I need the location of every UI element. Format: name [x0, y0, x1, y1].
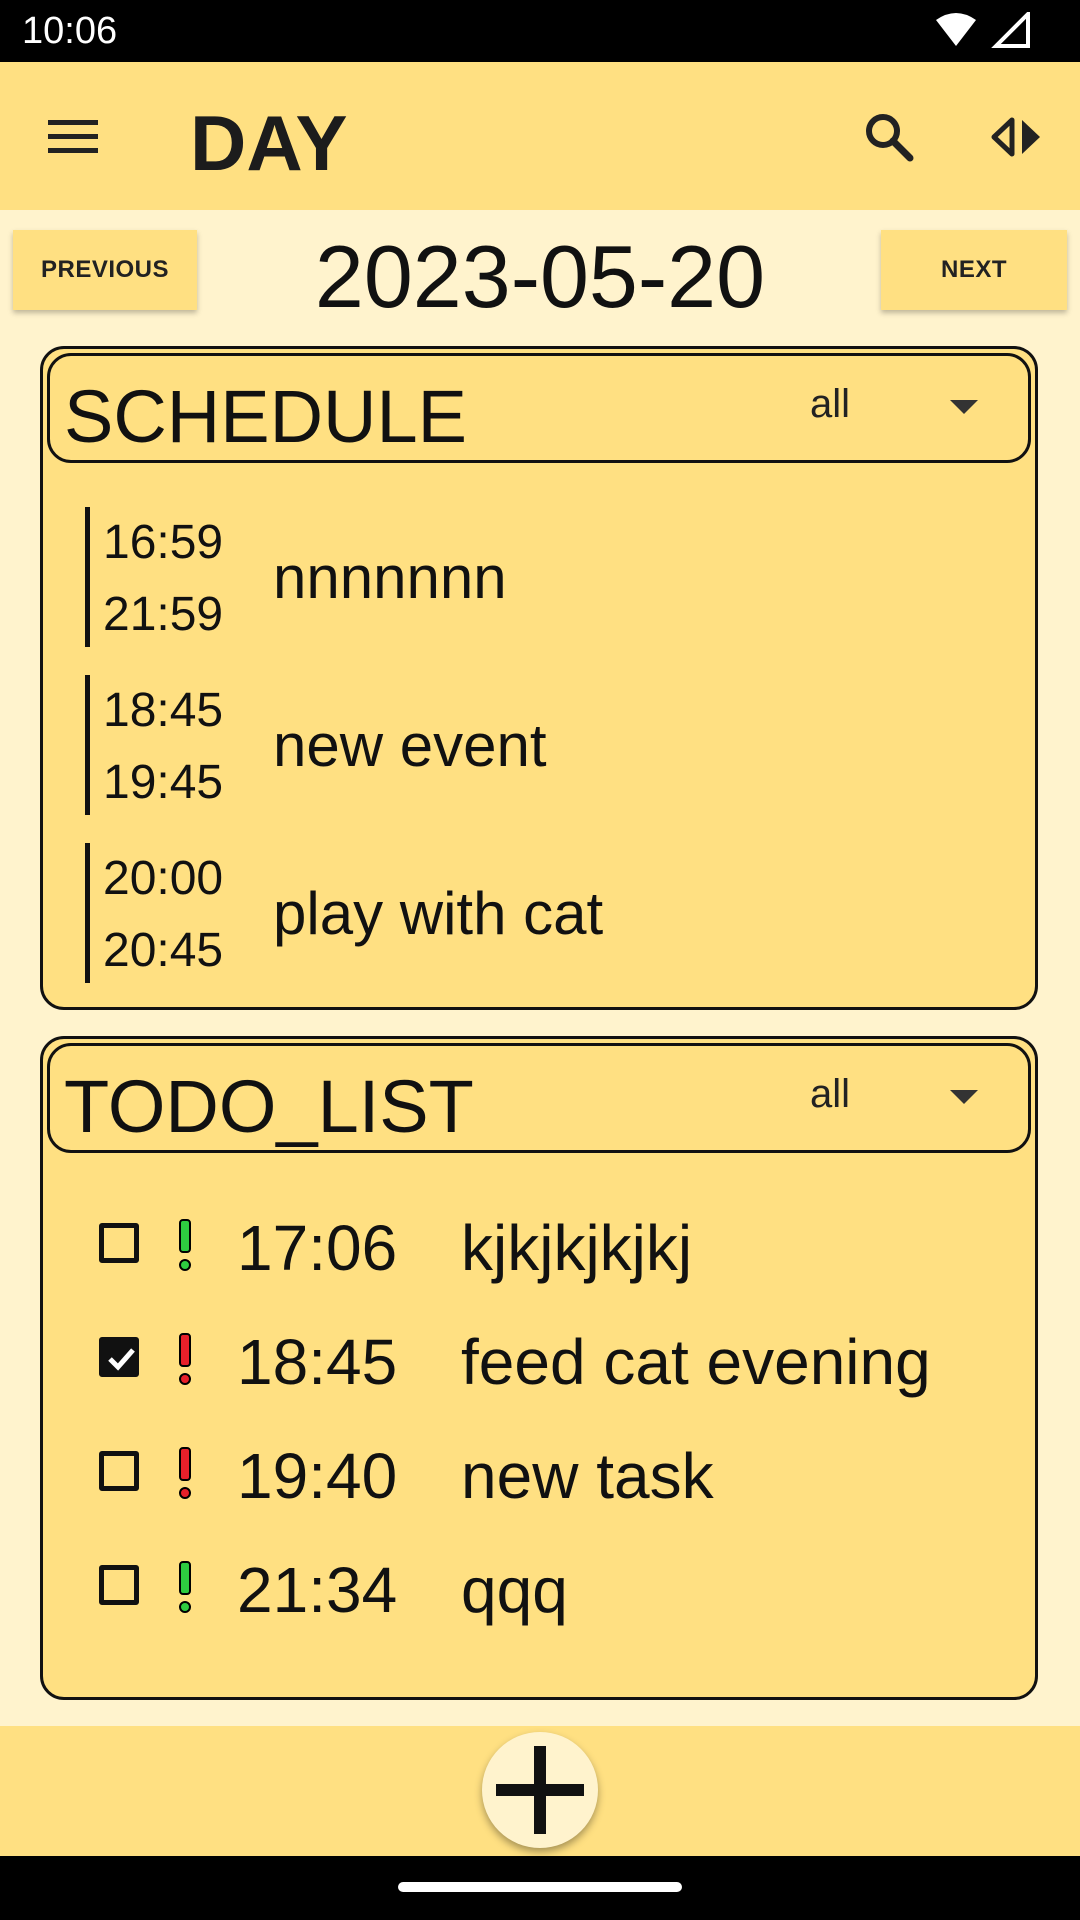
event-divider	[85, 843, 90, 983]
event-start-time: 16:59	[103, 516, 224, 569]
todo-time: 17:06	[237, 1212, 398, 1284]
todo-item[interactable]: 18:45 feed cat evening	[99, 1321, 999, 1401]
dropdown-caret-icon[interactable]	[950, 400, 978, 414]
todo-title: kjkjkjkjkj	[461, 1212, 693, 1284]
schedule-event[interactable]: 20:00 20:45 play with cat	[85, 843, 985, 983]
status-bar: 10:06	[0, 0, 1080, 62]
next-button[interactable]: NEXT	[881, 230, 1067, 310]
date-navigation: PREVIOUS 2023-05-20 NEXT	[0, 210, 1080, 340]
view-switch-icon[interactable]	[990, 110, 1044, 164]
home-gesture-handle[interactable]	[398, 1882, 682, 1892]
todo-filter-select[interactable]: all	[810, 1072, 850, 1117]
todo-item[interactable]: 21:34 qqq	[99, 1549, 999, 1629]
todo-time: 18:45	[237, 1326, 398, 1398]
todo-time: 19:40	[237, 1440, 398, 1512]
event-title: new event	[273, 712, 547, 779]
todo-checkbox[interactable]	[99, 1451, 139, 1491]
todo-time: 21:34	[237, 1554, 398, 1626]
todo-checkbox[interactable]	[99, 1565, 139, 1605]
event-end-time: 19:45	[103, 756, 224, 809]
page-title: DAY	[190, 99, 348, 187]
todo-title: qqq	[461, 1554, 568, 1626]
todo-checkbox-checked[interactable]	[99, 1337, 139, 1377]
schedule-event[interactable]: 18:45 19:45 new event	[85, 675, 985, 815]
todo-item[interactable]: 17:06 kjkjkjkjkj	[99, 1207, 999, 1287]
dropdown-caret-icon[interactable]	[950, 1090, 978, 1104]
priority-icon	[179, 1219, 191, 1271]
add-button[interactable]	[482, 1732, 598, 1848]
schedule-title: SCHEDULE	[64, 375, 467, 458]
todo-list-card: TODO_LIST all 17:06 kjkjkjkjkj 18:45 fee…	[40, 1036, 1038, 1700]
schedule-filter-select[interactable]: all	[810, 382, 850, 427]
event-divider	[85, 675, 90, 815]
event-end-time: 21:59	[103, 588, 224, 641]
schedule-event[interactable]: 16:59 21:59 nnnnnnn	[85, 507, 985, 647]
checkmark-icon	[108, 1348, 135, 1371]
todo-title: new task	[461, 1440, 714, 1512]
event-start-time: 18:45	[103, 684, 224, 737]
event-title: play with cat	[273, 880, 604, 947]
app-bar: DAY	[0, 62, 1080, 210]
system-nav-bar	[0, 1856, 1080, 1920]
menu-icon[interactable]	[48, 120, 98, 154]
plus-icon	[496, 1746, 584, 1834]
priority-icon	[179, 1447, 191, 1499]
todo-item[interactable]: 19:40 new task	[99, 1435, 999, 1515]
priority-icon	[179, 1561, 191, 1613]
todo-list-title: TODO_LIST	[64, 1065, 474, 1148]
event-divider	[85, 507, 90, 647]
event-end-time: 20:45	[103, 924, 224, 977]
todo-title: feed cat evening	[461, 1326, 931, 1398]
todo-list-header: TODO_LIST all	[47, 1043, 1031, 1153]
status-time: 10:06	[22, 10, 118, 52]
signal-wifi-icon	[936, 12, 1030, 48]
todo-checkbox[interactable]	[99, 1223, 139, 1263]
search-icon[interactable]	[862, 110, 916, 164]
event-start-time: 20:00	[103, 852, 224, 905]
schedule-header: SCHEDULE all	[47, 353, 1031, 463]
schedule-card: SCHEDULE all 16:59 21:59 nnnnnnn 18:45 1…	[40, 346, 1038, 1010]
priority-icon	[179, 1333, 191, 1385]
event-title: nnnnnnn	[273, 544, 507, 611]
